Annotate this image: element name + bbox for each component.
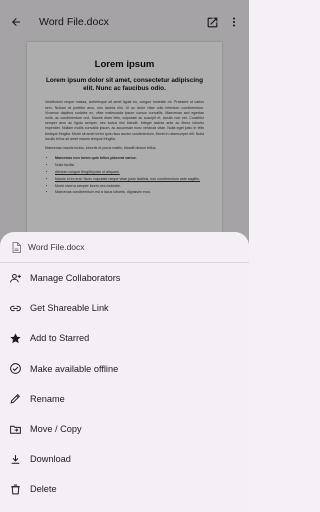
menu-item-make-available-offline[interactable]: Make available offline: [0, 354, 249, 384]
star-icon: [8, 332, 22, 345]
menu-item-move-copy[interactable]: Move / Copy: [0, 414, 249, 444]
menu-item-label: Get Shareable Link: [30, 303, 109, 314]
menu-item-rename[interactable]: Rename: [0, 384, 249, 414]
menu-item-get-shareable-link[interactable]: Get Shareable Link: [0, 293, 249, 323]
menu-item-label: Delete: [30, 484, 57, 495]
offline-check-icon: [8, 362, 22, 375]
sheet-file-name: Word File.docx: [28, 242, 85, 252]
menu-item-label: Rename: [30, 393, 65, 404]
menu-item-label: Add to Starred: [30, 333, 90, 344]
menu-item-label: Make available offline: [30, 363, 119, 374]
menu-item-add-to-starred[interactable]: Add to Starred: [0, 323, 249, 353]
folder-move-icon: [8, 423, 22, 436]
menu-item-download[interactable]: Download: [0, 444, 249, 474]
menu-item-label: Download: [30, 454, 71, 465]
menu-item-label: Move / Copy: [30, 424, 82, 435]
download-icon: [8, 453, 22, 466]
menu-item-label: Manage Collaborators: [30, 273, 121, 284]
person-add-icon: [8, 272, 22, 285]
document-file-icon: [10, 241, 22, 253]
trash-icon: [8, 483, 22, 496]
pencil-icon: [8, 392, 22, 405]
menu-item-manage-collaborators[interactable]: Manage Collaborators: [0, 263, 249, 293]
bottom-sheet: Word File.docx Manage Collaborators Get …: [0, 232, 249, 512]
menu-item-delete[interactable]: Delete: [0, 474, 249, 504]
sheet-header: Word File.docx: [0, 232, 249, 262]
link-icon: [8, 302, 22, 315]
